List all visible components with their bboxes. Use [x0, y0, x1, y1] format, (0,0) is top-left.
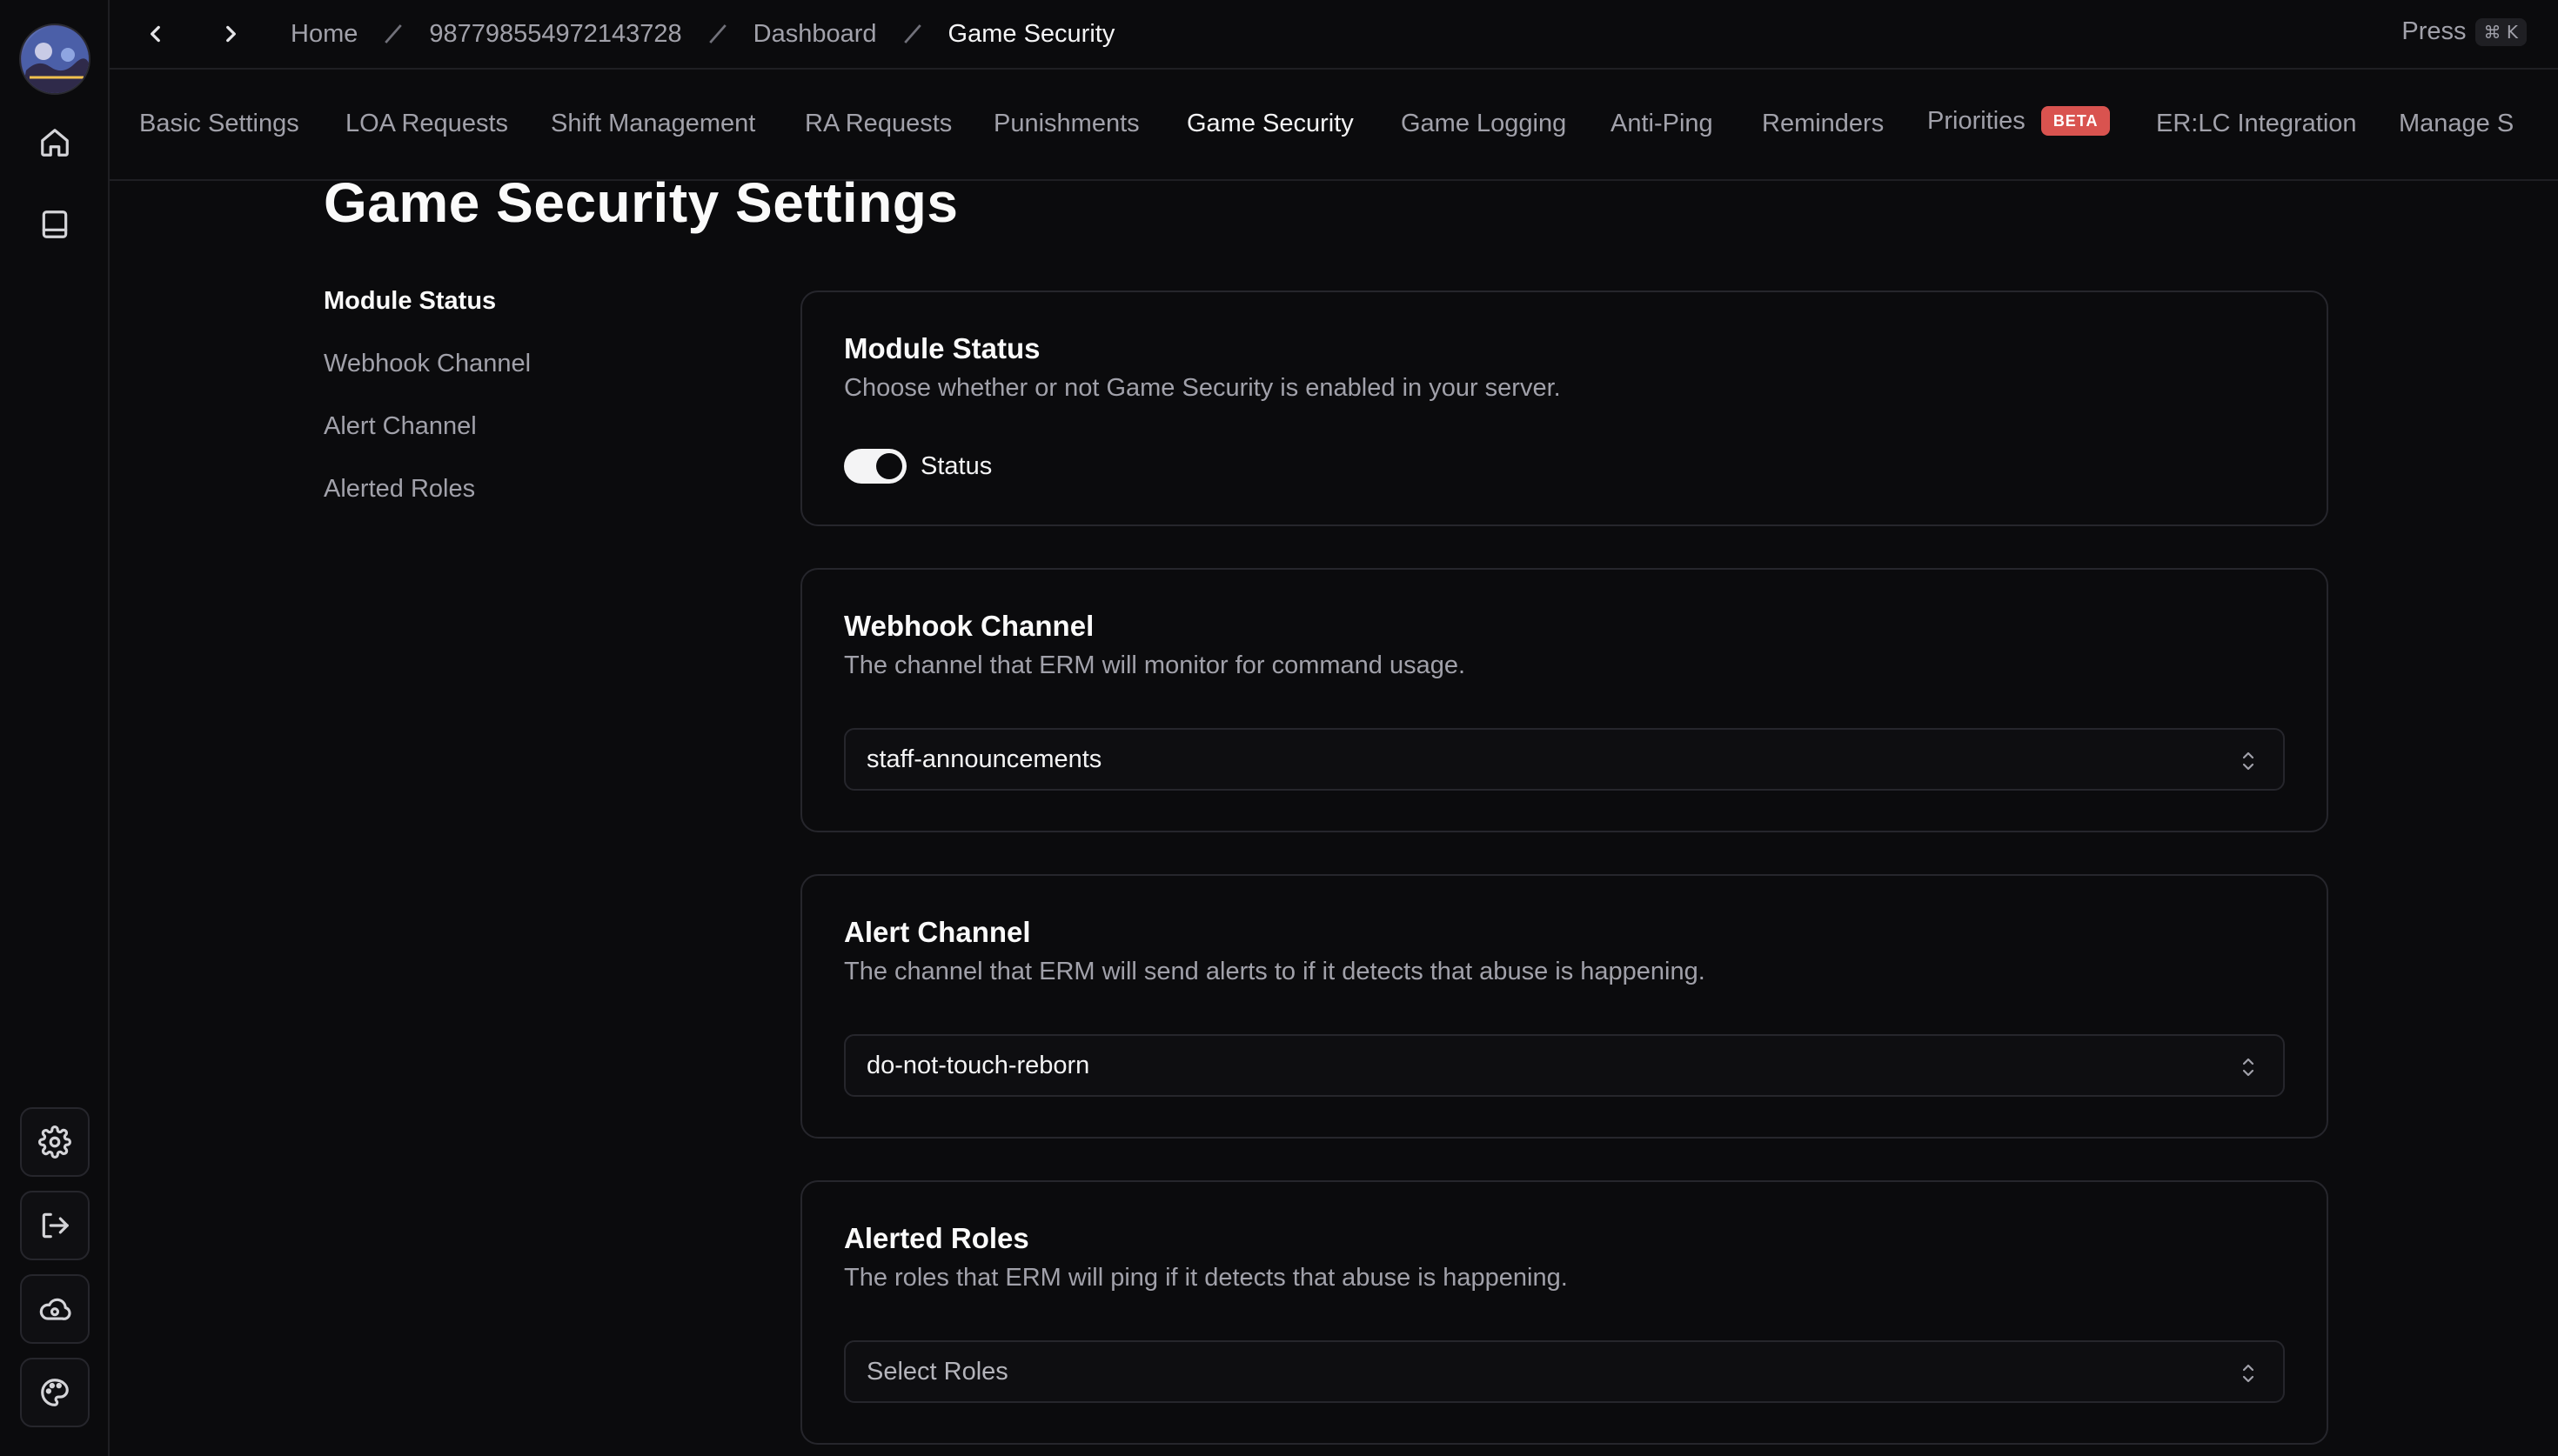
webhook-channel-card: Webhook Channel The channel that ERM wil… — [800, 568, 2328, 832]
theme-button[interactable] — [20, 1358, 90, 1427]
webhook-channel-description: The channel that ERM will monitor for co… — [844, 651, 1466, 679]
alert-channel-select[interactable]: do-not-touch-reborn — [844, 1034, 2285, 1097]
tab-ra-requests[interactable]: RA Requests — [805, 110, 952, 138]
alerted-roles-card: Alerted Roles The roles that ERM will pi… — [800, 1180, 2328, 1445]
breadcrumb-home[interactable]: Home — [291, 20, 358, 49]
book-icon — [42, 210, 68, 238]
alerted-roles-select[interactable]: Select Roles — [844, 1340, 2285, 1403]
palette-icon — [41, 1379, 69, 1406]
alert-channel-title: Alert Channel — [844, 916, 1031, 948]
tab-basic-settings[interactable]: Basic Settings — [139, 110, 299, 138]
alerted-roles-title: Alerted Roles — [844, 1222, 1029, 1254]
server-avatar[interactable] — [19, 23, 90, 95]
tab-game-security[interactable]: Game Security — [1187, 110, 1354, 138]
tab-manage-staff[interactable]: Manage S — [2399, 110, 2514, 138]
alerted-roles-placeholder: Select Roles — [867, 1357, 1008, 1386]
chevron-left-icon — [151, 25, 160, 43]
top-bar: Home 987798554972143728 Dashboard Game S… — [110, 0, 2558, 70]
status-toggle-label: Status — [921, 451, 993, 480]
breadcrumb: Home 987798554972143728 Dashboard Game S… — [291, 20, 1115, 49]
settings-tabs: Basic Settings LOA Requests Shift Manage… — [110, 71, 2558, 181]
forward-button[interactable] — [216, 19, 245, 49]
logout-icon — [42, 1212, 69, 1239]
breadcrumb-server-id[interactable]: 987798554972143728 — [429, 20, 681, 49]
cloud-sync-button[interactable] — [20, 1274, 90, 1344]
tab-reminders[interactable]: Reminders — [1762, 110, 1884, 138]
breadcrumb-separator-icon — [380, 21, 406, 47]
status-toggle-row: Status — [844, 449, 992, 484]
command-palette-hint[interactable]: Press ⌘ K — [2401, 17, 2527, 46]
status-toggle[interactable] — [844, 449, 907, 484]
tab-erlc-integration[interactable]: ER:LC Integration — [2156, 110, 2357, 138]
logout-button[interactable] — [20, 1191, 90, 1260]
beta-badge: BETA — [2040, 106, 2111, 136]
tab-game-logging[interactable]: Game Logging — [1401, 110, 1566, 138]
settings-button[interactable] — [20, 1107, 90, 1177]
tab-shift-management[interactable]: Shift Management — [551, 110, 755, 138]
alerted-roles-description: The roles that ERM will ping if it detec… — [844, 1264, 1568, 1292]
cloud-sync-icon — [39, 1298, 71, 1320]
webhook-channel-title: Webhook Channel — [844, 610, 1095, 642]
toggle-knob — [876, 453, 902, 479]
tab-reminders-label: Reminders — [1762, 110, 1885, 137]
book-button[interactable] — [20, 190, 90, 259]
section-nav: Module Status Webhook Channel Alert Chan… — [324, 287, 531, 538]
page-title: Game Security Settings — [324, 171, 959, 234]
section-link-module-status[interactable]: Module Status — [324, 287, 531, 350]
module-status-description: Choose whether or not Game Security is e… — [844, 374, 1561, 402]
shortcut-key: ⌘ K — [2474, 17, 2527, 46]
chevron-up-down-icon — [2238, 1361, 2259, 1386]
tab-punishments[interactable]: Punishments — [994, 110, 1140, 138]
tab-anti-ping[interactable]: Anti-Ping — [1610, 110, 1713, 138]
chevron-up-down-icon — [2238, 1055, 2259, 1079]
module-status-card: Module Status Choose whether or not Game… — [800, 291, 2328, 526]
chevron-up-down-icon — [2238, 749, 2259, 773]
section-link-alerted-roles[interactable]: Alerted Roles — [324, 475, 531, 538]
gear-icon — [38, 1125, 71, 1159]
section-link-alert-channel[interactable]: Alert Channel — [324, 412, 531, 475]
left-rail — [0, 0, 110, 1456]
breadcrumb-dashboard[interactable]: Dashboard — [753, 20, 877, 49]
alert-channel-card: Alert Channel The channel that ERM will … — [800, 874, 2328, 1139]
breadcrumb-current: Game Security — [948, 19, 1115, 48]
alert-channel-description: The channel that ERM will send alerts to… — [844, 958, 1705, 985]
breadcrumb-separator-icon — [900, 21, 926, 47]
chevron-right-icon — [226, 25, 236, 43]
webhook-channel-select[interactable]: staff-announcements — [844, 728, 2285, 791]
home-icon — [41, 129, 69, 157]
module-status-title: Module Status — [844, 332, 1041, 364]
avatar-image — [21, 26, 89, 93]
breadcrumb-separator-icon — [705, 21, 731, 47]
tab-priorities-label: Priorities — [1927, 107, 2026, 135]
alert-channel-value: do-not-touch-reborn — [867, 1051, 1090, 1079]
back-button[interactable] — [141, 19, 171, 49]
tab-priorities[interactable]: Priorities BETA — [1927, 106, 2111, 136]
tab-loa-requests[interactable]: LOA Requests — [345, 110, 508, 138]
section-link-webhook-channel[interactable]: Webhook Channel — [324, 350, 531, 412]
webhook-channel-value: staff-announcements — [867, 745, 1102, 773]
app-root: Home 987798554972143728 Dashboard Game S… — [0, 0, 2558, 1456]
home-button[interactable] — [20, 108, 90, 177]
command-hint-label: Press — [2401, 17, 2467, 45]
